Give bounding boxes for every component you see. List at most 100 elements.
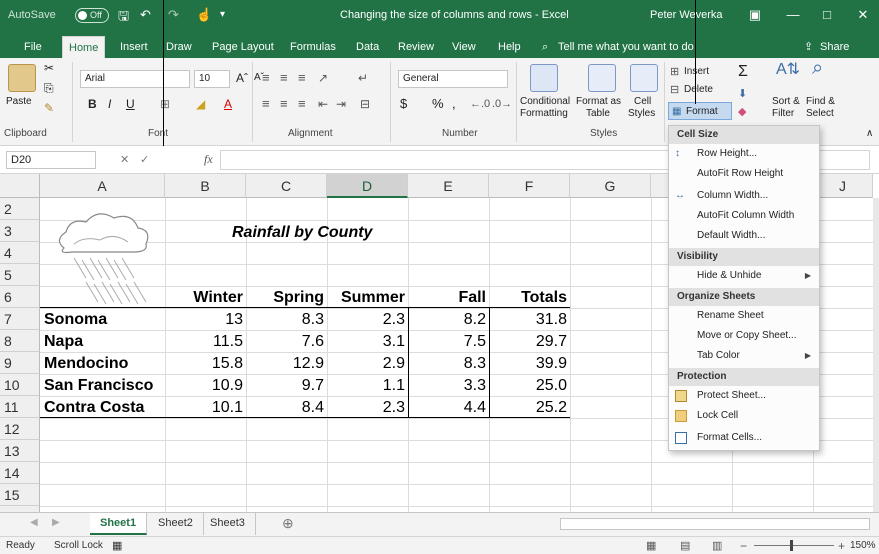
conditional-formatting-button[interactable]: Conditional: [520, 96, 570, 108]
conditional-formatting-icon[interactable]: [530, 64, 558, 92]
grow-font-button[interactable]: Aˆ: [236, 72, 248, 84]
county-cell[interactable]: Mendocino: [44, 353, 128, 375]
horizontal-scrollbar[interactable]: [560, 518, 870, 530]
value-cell[interactable]: 13: [165, 309, 246, 331]
menu-item-rename-sheet[interactable]: Rename Sheet: [669, 306, 819, 326]
macro-recording-icon[interactable]: ▦: [112, 539, 122, 552]
clear-icon[interactable]: ◆: [738, 106, 746, 118]
decrease-indent-icon[interactable]: ⇤: [318, 98, 328, 110]
sheet-tab-2[interactable]: Sheet2: [148, 513, 204, 535]
sheet-title[interactable]: Rainfall by County: [232, 222, 372, 244]
font-color-icon[interactable]: A: [224, 98, 232, 110]
header-spring[interactable]: Spring: [246, 287, 327, 309]
align-left-icon[interactable]: ≡: [262, 97, 270, 110]
comma-button[interactable]: ,: [452, 97, 456, 110]
borders-icon[interactable]: ⊞: [160, 98, 170, 110]
row-header-13[interactable]: 13: [0, 440, 40, 462]
format-icon[interactable]: ▦: [672, 106, 681, 118]
zoom-slider-thumb[interactable]: [790, 540, 793, 551]
menu-item-protect-sheet[interactable]: Protect Sheet...: [669, 386, 819, 406]
value-cell[interactable]: 10.9: [165, 375, 246, 397]
header-fall[interactable]: Fall: [408, 287, 489, 309]
format-as-table-icon[interactable]: [588, 64, 616, 92]
county-cell[interactable]: San Francisco: [44, 375, 153, 397]
cell-styles-button[interactable]: Cell: [634, 96, 651, 108]
row-header-2[interactable]: 2: [0, 198, 40, 220]
find-select-button-line2[interactable]: Select: [806, 108, 834, 120]
row-header-15[interactable]: 15: [0, 484, 40, 506]
menu-item-tab-color[interactable]: Tab Color ▶: [669, 346, 819, 366]
tab-page-layout[interactable]: Page Layout: [206, 36, 280, 58]
align-right-icon[interactable]: ≡: [298, 97, 306, 110]
tab-insert[interactable]: Insert: [114, 36, 154, 58]
tab-file[interactable]: File: [18, 36, 48, 58]
value-cell[interactable]: 1.1: [327, 375, 408, 397]
underline-button[interactable]: U: [126, 98, 135, 110]
add-sheet-button[interactable]: ⊕: [282, 515, 294, 532]
delete-cells-button[interactable]: Delete: [684, 84, 713, 96]
cut-icon[interactable]: ✂: [44, 62, 54, 74]
fill-icon[interactable]: ⬇: [738, 88, 747, 100]
menu-item-move-copy-sheet[interactable]: Move or Copy Sheet...: [669, 326, 819, 346]
zoom-slider[interactable]: [754, 545, 834, 546]
paste-icon[interactable]: [8, 64, 36, 92]
name-box[interactable]: D20: [6, 151, 96, 169]
column-header-f[interactable]: F: [489, 174, 570, 198]
value-cell[interactable]: 2.3: [327, 397, 408, 419]
sheet-tab-3[interactable]: Sheet3: [200, 513, 256, 535]
county-cell[interactable]: Contra Costa: [44, 397, 144, 419]
value-cell[interactable]: 15.8: [165, 353, 246, 375]
menu-item-column-width[interactable]: ↔ Column Width...: [669, 186, 819, 206]
autosum-icon[interactable]: Σ: [738, 64, 748, 80]
row-header-5[interactable]: 5: [0, 264, 40, 286]
next-sheet-icon[interactable]: ▶: [52, 517, 60, 528]
value-cell[interactable]: 9.7: [246, 375, 327, 397]
currency-button[interactable]: $: [400, 97, 407, 110]
paste-button[interactable]: Paste: [6, 96, 32, 108]
format-as-table-button[interactable]: Format as: [576, 96, 621, 108]
tab-review[interactable]: Review: [392, 36, 440, 58]
value-cell[interactable]: 7.5: [408, 331, 489, 353]
number-format-dropdown[interactable]: General: [398, 70, 508, 88]
align-center-icon[interactable]: ≡: [280, 97, 288, 110]
close-button[interactable]: ✕: [848, 4, 878, 26]
find-select-icon[interactable]: ⌕: [812, 58, 823, 78]
insert-cells-button[interactable]: Insert: [684, 66, 709, 78]
insert-function-button[interactable]: fx: [204, 152, 213, 167]
cell-styles-icon[interactable]: [630, 64, 658, 92]
menu-item-lock-cell[interactable]: Lock Cell: [669, 406, 819, 426]
orientation-icon[interactable]: ↗: [318, 72, 328, 84]
value-cell[interactable]: 8.3: [408, 353, 489, 375]
tab-help[interactable]: Help: [492, 36, 527, 58]
tab-draw[interactable]: Draw: [160, 36, 198, 58]
column-header-d[interactable]: D: [327, 174, 408, 198]
merge-center-icon[interactable]: ⊟: [360, 98, 370, 110]
column-header-e[interactable]: E: [408, 174, 489, 198]
undo-icon[interactable]: ↶: [140, 7, 151, 23]
select-all-button[interactable]: [0, 174, 40, 198]
column-header-j[interactable]: J: [813, 174, 873, 198]
row-header-6[interactable]: 6: [0, 286, 40, 308]
row-header-9[interactable]: 9: [0, 352, 40, 374]
align-middle-icon[interactable]: ≡: [280, 71, 288, 84]
column-header-c[interactable]: C: [246, 174, 327, 198]
row-header-10[interactable]: 10: [0, 374, 40, 396]
value-cell[interactable]: 4.4: [408, 397, 489, 419]
menu-item-hide-unhide[interactable]: Hide & Unhide ▶: [669, 266, 819, 286]
fill-color-icon[interactable]: ◢: [196, 98, 205, 110]
user-name[interactable]: Peter Weverka: [650, 9, 723, 21]
vertical-scrollbar[interactable]: [873, 198, 879, 512]
page-layout-view-icon[interactable]: ▤: [680, 539, 690, 552]
menu-item-row-height[interactable]: ↕ Row Height...: [669, 144, 819, 164]
format-button[interactable]: Format: [686, 106, 718, 118]
customize-qat-icon[interactable]: ▾: [220, 9, 225, 20]
column-header-b[interactable]: B: [165, 174, 246, 198]
align-bottom-icon[interactable]: ≡: [298, 71, 306, 84]
save-icon[interactable]: 🖫: [118, 7, 129, 29]
share-button[interactable]: Share: [814, 36, 855, 58]
sheet-tab-1[interactable]: Sheet1: [90, 513, 148, 535]
row-header-12[interactable]: 12: [0, 418, 40, 440]
decrease-decimal-icon[interactable]: .0→: [492, 98, 512, 110]
total-cell[interactable]: 25.0: [489, 375, 570, 397]
total-cell[interactable]: 39.9: [489, 353, 570, 375]
